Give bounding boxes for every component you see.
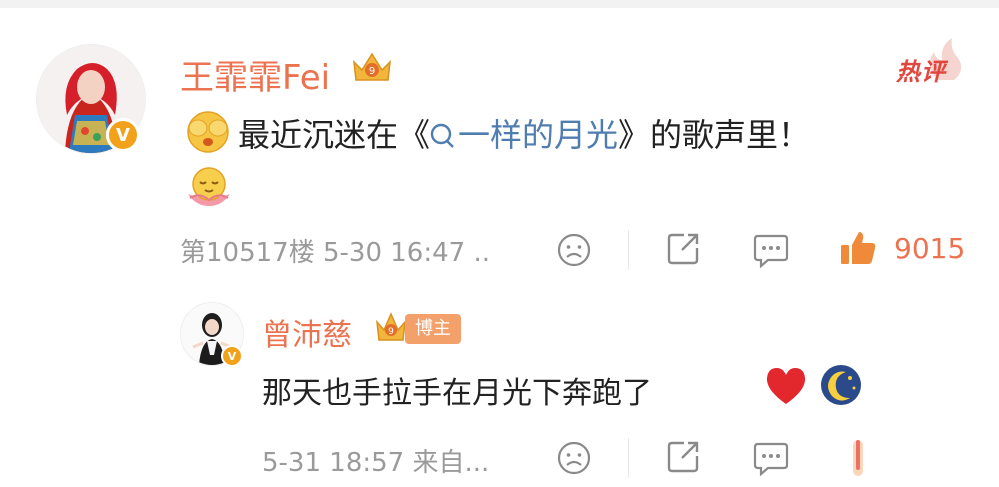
lotus-face-emoji-icon bbox=[188, 167, 230, 206]
reply-comment-bubble-icon[interactable] bbox=[752, 440, 790, 476]
comment-text-after: 》的歌声里！ bbox=[618, 116, 811, 154]
svg-text:9: 9 bbox=[369, 66, 375, 77]
comment-author-name[interactable]: 王霏霏Fei bbox=[180, 50, 330, 99]
search-icon bbox=[430, 123, 454, 148]
hot-comment-label: 热评 bbox=[896, 58, 946, 86]
svg-text:9: 9 bbox=[388, 327, 394, 337]
reply-action-divider bbox=[628, 438, 629, 478]
reply-thumbs-up-icon[interactable] bbox=[838, 438, 878, 478]
action-divider bbox=[628, 230, 629, 270]
thumbs-up-icon[interactable] bbox=[838, 228, 878, 268]
like-count: 9015 bbox=[894, 232, 966, 265]
reply-crown-level-icon: 9 bbox=[375, 312, 407, 341]
verified-v-icon: V bbox=[106, 118, 140, 152]
comment-text: 最近沉迷在《 一样的月光》的歌声里！ bbox=[238, 110, 810, 156]
song-link-text: 一样的月光 bbox=[458, 116, 619, 154]
comment-bubble-icon[interactable] bbox=[752, 232, 790, 268]
share-icon[interactable] bbox=[664, 230, 702, 268]
reply-verified-v-icon: V bbox=[221, 345, 243, 367]
comment-meta: 第10517楼 5-30 16:47 .. bbox=[180, 238, 490, 268]
reply-text: 那天也手拉手在月光下奔跑了 bbox=[262, 376, 652, 411]
blogger-badge: 博主 bbox=[405, 314, 461, 344]
covering-eyes-emoji-icon bbox=[187, 111, 229, 153]
moon-night-emoji-icon bbox=[821, 365, 861, 405]
crown-level-icon: 9 bbox=[353, 52, 391, 81]
reply-share-icon[interactable] bbox=[664, 438, 702, 476]
reply-frown-face-icon[interactable] bbox=[556, 440, 592, 476]
reply-meta: 5-31 18:57 来自... bbox=[262, 448, 490, 478]
comment-text-before: 最近沉迷在《 bbox=[238, 116, 431, 154]
top-separator bbox=[0, 0, 999, 8]
reply-author-name[interactable]: 曾沛慈 bbox=[262, 310, 352, 354]
song-link[interactable]: 一样的月光 bbox=[430, 116, 618, 154]
frown-face-icon[interactable] bbox=[556, 232, 592, 268]
heart-emoji-icon bbox=[766, 368, 806, 404]
